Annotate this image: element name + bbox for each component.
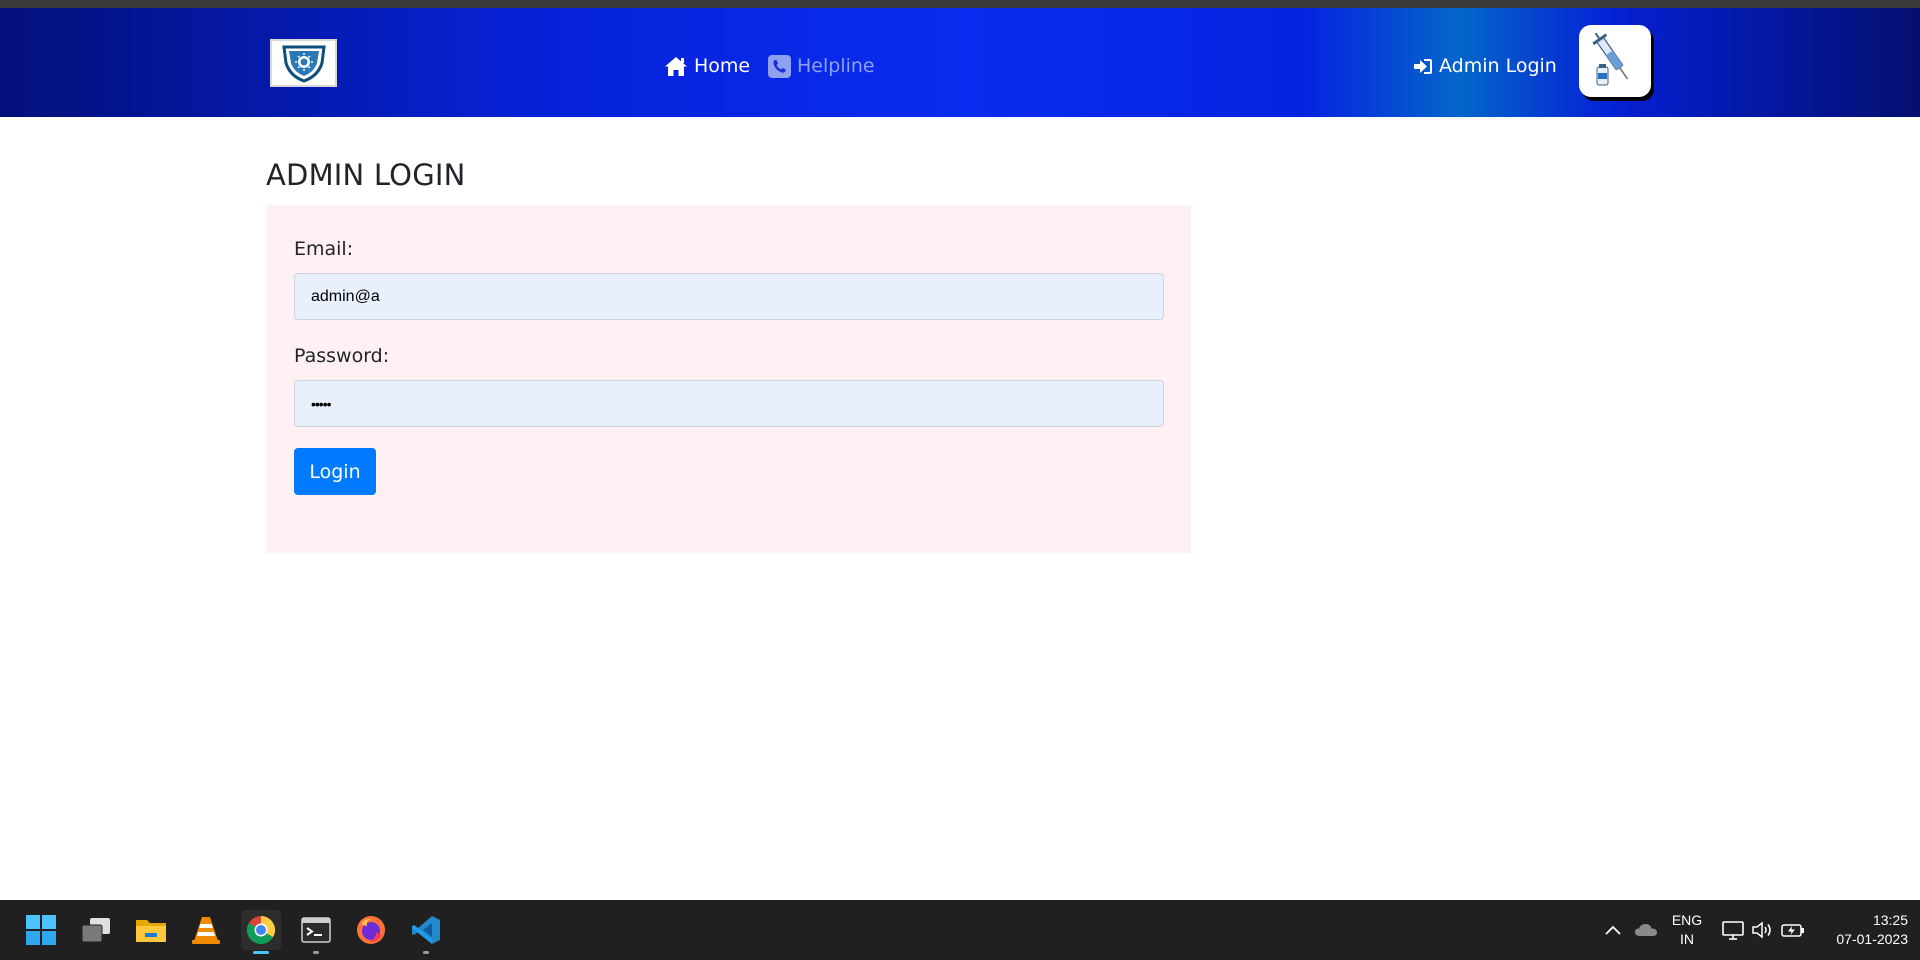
chevron-up-icon: [1605, 925, 1621, 935]
network-button[interactable]: [1716, 910, 1750, 950]
start-button[interactable]: [21, 910, 61, 950]
file-explorer-icon: [136, 920, 166, 942]
nav-admin-login-link[interactable]: Admin Login: [1413, 52, 1557, 80]
region-code: IN: [1680, 931, 1694, 947]
nav-home-label: Home: [694, 55, 751, 77]
home-icon: [665, 56, 687, 76]
show-hidden-icons-button[interactable]: [1595, 910, 1631, 950]
navbar: Home Helpline Admin Login: [0, 8, 1920, 117]
sign-in-icon: [1414, 58, 1432, 74]
language-indicator[interactable]: ENG IN: [1670, 900, 1704, 960]
cloud-icon: [1635, 924, 1657, 936]
chrome-active-indicator: [253, 951, 269, 954]
email-label: Email:: [294, 238, 354, 260]
email-field[interactable]: admin@a: [294, 273, 1164, 320]
start-icon: [26, 915, 56, 945]
firefox-icon: [357, 916, 385, 944]
battery-button[interactable]: [1776, 910, 1810, 950]
taskbar: ENG IN 13:25 07-01-2023: [0, 900, 1920, 960]
clock-time: 13:25: [1872, 912, 1908, 928]
language-code: ENG: [1671, 912, 1703, 928]
network-icon: [1722, 921, 1744, 940]
chrome-button[interactable]: [241, 910, 281, 954]
vscode-running-indicator: [423, 951, 429, 954]
vlc-icon: [192, 917, 220, 944]
vlc-button[interactable]: [186, 910, 226, 950]
system-clock[interactable]: 13:25 07-01-2023: [1818, 900, 1908, 960]
login-button[interactable]: Login: [294, 448, 376, 495]
vaccine-syringe-icon: [1592, 32, 1629, 86]
phone-square-icon: [768, 54, 791, 78]
nav-helpline-label: Helpline: [797, 55, 875, 77]
volume-button[interactable]: [1746, 910, 1780, 950]
admin-login-form: Email: admin@a Password: ••••• Login: [266, 205, 1191, 553]
vscode-button[interactable]: [406, 910, 446, 954]
nav-admin-login-label: Admin Login: [1439, 55, 1557, 77]
terminal-button[interactable]: [296, 910, 336, 954]
firefox-button[interactable]: [351, 910, 391, 950]
window-top-border: [0, 0, 1920, 8]
page-title: ADMIN LOGIN: [266, 158, 466, 192]
battery-charging-icon: [1781, 924, 1804, 937]
task-view-button[interactable]: [76, 910, 116, 950]
password-label: Password:: [294, 345, 390, 367]
site-logo[interactable]: [270, 39, 337, 87]
onedrive-button[interactable]: [1628, 910, 1664, 950]
shield-virus-logo-icon: [281, 45, 326, 83]
nav-home-link[interactable]: Home: [664, 52, 750, 80]
password-field[interactable]: •••••: [294, 380, 1164, 427]
task-view-icon: [81, 918, 110, 943]
speaker-icon: [1752, 921, 1771, 939]
terminal-icon: [301, 917, 331, 943]
file-explorer-button[interactable]: [131, 910, 171, 950]
vscode-icon: [412, 916, 440, 944]
vaccine-badge: [1579, 25, 1651, 97]
nav-helpline-link[interactable]: Helpline: [768, 52, 875, 80]
chrome-icon: [247, 916, 275, 944]
clock-date: 07-01-2023: [1836, 931, 1908, 947]
terminal-running-indicator: [313, 951, 319, 954]
